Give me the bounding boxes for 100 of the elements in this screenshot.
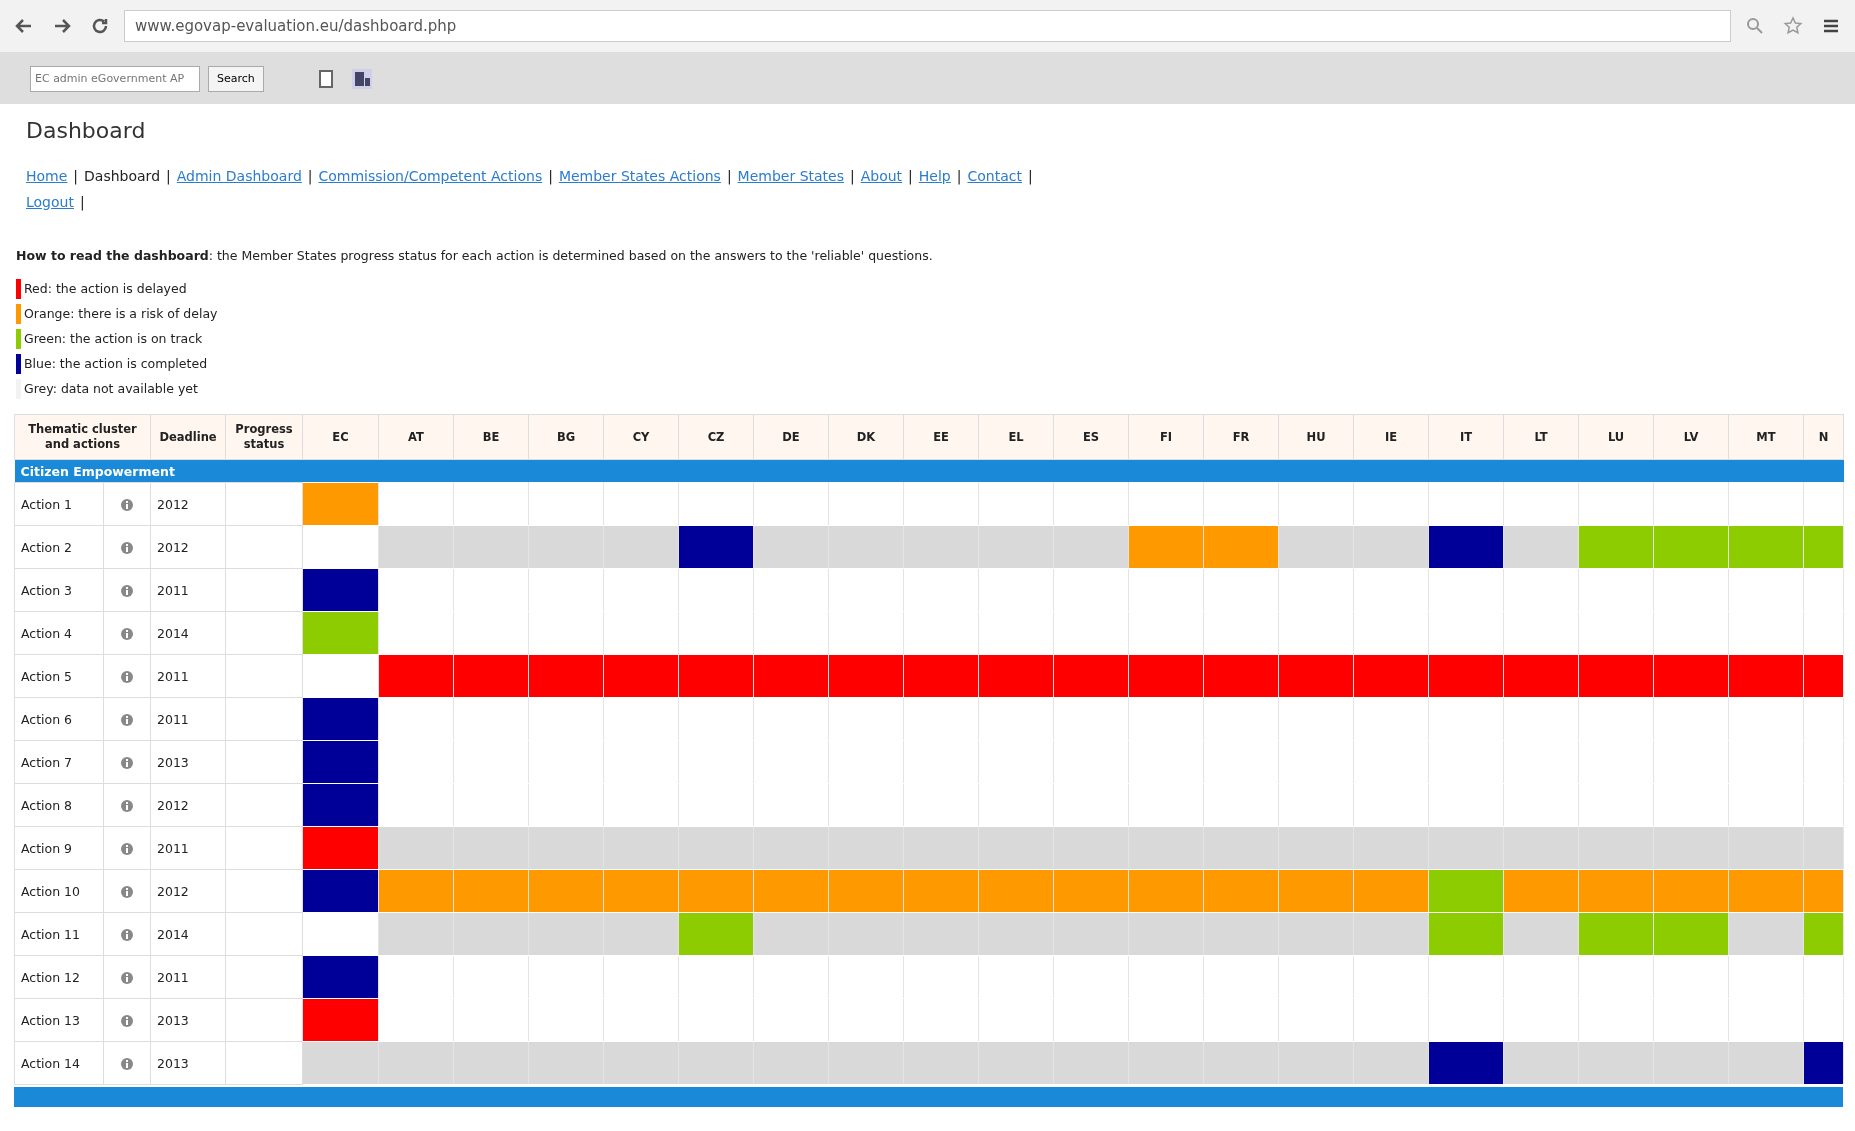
info-icon[interactable]	[120, 841, 134, 856]
country-header: BG	[528, 414, 604, 460]
action-cell: Action 9	[14, 826, 104, 870]
column-header: Progress status	[225, 414, 303, 460]
legend-text: Red: the action is delayed	[24, 281, 187, 296]
country-header: N	[1803, 414, 1844, 460]
country-header: DK	[828, 414, 904, 460]
nav-separator: |	[79, 193, 85, 213]
info-icon[interactable]	[120, 497, 134, 512]
country-header: BE	[453, 414, 529, 460]
page-title: Dashboard	[26, 118, 147, 143]
action-cell: Action 8	[14, 783, 104, 827]
info-icon[interactable]	[120, 1013, 134, 1028]
action-cell: Action 1	[14, 482, 104, 526]
action-cell: Action 12	[14, 955, 104, 999]
deadline-cell: 2011	[150, 568, 226, 612]
deadline-cell: 2011	[150, 955, 226, 999]
country-header: LT	[1503, 414, 1579, 460]
info-icon[interactable]	[120, 798, 134, 813]
deadline-cell: 2013	[150, 998, 226, 1042]
nav-separator: |	[307, 167, 313, 187]
country-header: EC	[302, 414, 379, 460]
action-cell: Action 2	[14, 525, 104, 569]
extension-icon	[350, 67, 373, 90]
legend-text: Orange: there is a risk of delay	[24, 306, 218, 321]
intro-text: How to read the dashboard: the Member States progress status for each action is determined based on the answers to the 'reliable' questions.	[16, 247, 934, 265]
action-cell: Action 14	[14, 1041, 104, 1085]
nav-current: Dashboard	[84, 167, 161, 186]
page-icon	[317, 68, 334, 89]
action-cell: Action 6	[14, 697, 104, 741]
deadline-cell: 2012	[150, 482, 226, 526]
info-icon[interactable]	[120, 1056, 134, 1071]
deadline-cell: 2011	[150, 697, 226, 741]
url-field[interactable]: www.egovap-evaluation.eu/dashboard.php	[124, 10, 1731, 42]
country-header: MT	[1728, 414, 1804, 460]
nav-separator: |	[726, 167, 732, 187]
country-header: HU	[1278, 414, 1354, 460]
nav-link[interactable]: Admin Dashboard	[176, 163, 302, 189]
country-header: IE	[1353, 414, 1429, 460]
action-cell: Action 4	[14, 611, 104, 655]
nav-separator: |	[1027, 167, 1033, 187]
nav-link[interactable]: Home	[26, 163, 68, 189]
info-icon[interactable]	[120, 970, 134, 985]
country-header: CY	[603, 414, 679, 460]
deadline-cell: 2014	[150, 912, 226, 956]
info-icon[interactable]	[120, 755, 134, 770]
search-icon	[1745, 16, 1765, 36]
nav-link[interactable]: Logout	[26, 189, 74, 215]
info-icon[interactable]	[120, 884, 134, 899]
deadline-cell: 2013	[150, 740, 226, 784]
nav-link[interactable]: Contact	[967, 163, 1022, 189]
country-header: ES	[1053, 414, 1129, 460]
country-header: EE	[903, 414, 979, 460]
nav-separator: |	[548, 167, 553, 187]
legend-text: Grey: data not available yet	[24, 381, 198, 396]
action-cell: Action 5	[14, 654, 104, 698]
info-icon[interactable]	[120, 669, 134, 684]
info-icon[interactable]	[120, 927, 134, 942]
nav-separator: |	[73, 167, 79, 187]
action-cell: Action 7	[14, 740, 104, 784]
country-header: LU	[1578, 414, 1654, 460]
legend-text: Green: the action is on track	[24, 331, 203, 346]
action-cell: Action 10	[14, 869, 104, 913]
nav-link[interactable]: Commission/Competent Actions	[318, 163, 543, 189]
info-icon[interactable]	[120, 712, 134, 727]
nav-separator: |	[908, 167, 913, 187]
deadline-cell: 2013	[150, 1041, 226, 1085]
star-icon	[1783, 16, 1803, 36]
legend-text: Blue: the action is completed	[24, 356, 208, 371]
search-field[interactable]: EC admin eGovernment AP	[30, 65, 200, 92]
deadline-cell: 2011	[150, 654, 226, 698]
nav-separator: |	[166, 167, 171, 187]
search-button[interactable]: Search	[208, 65, 264, 92]
deadline-cell: 2012	[150, 525, 226, 569]
nav-separator: |	[956, 167, 962, 187]
info-icon[interactable]	[120, 540, 134, 555]
nav-link[interactable]: About	[860, 163, 903, 189]
country-header: DE	[753, 414, 829, 460]
nav-link[interactable]: Member States	[737, 163, 844, 189]
reload-icon	[90, 16, 110, 36]
deadline-cell: 2012	[150, 783, 226, 827]
country-header: EL	[978, 414, 1054, 460]
country-header: FR	[1203, 414, 1279, 460]
action-cell: Action 13	[14, 998, 104, 1042]
country-header: AT	[378, 414, 454, 460]
nav-separator: |	[850, 167, 855, 187]
country-header: CZ	[678, 414, 754, 460]
country-header: FI	[1128, 414, 1204, 460]
nav-link[interactable]: Member States Actions	[558, 163, 721, 189]
deadline-cell: 2014	[150, 611, 226, 655]
action-cell: Action 11	[14, 912, 104, 956]
info-icon[interactable]	[120, 583, 134, 598]
section-header: Citizen Empowerment	[14, 459, 1844, 483]
nav-link[interactable]: Help	[918, 163, 951, 189]
column-header: Thematic cluster and actions	[14, 414, 151, 460]
country-header: IT	[1428, 414, 1504, 460]
info-icon[interactable]	[120, 626, 134, 641]
deadline-cell: 2012	[150, 869, 226, 913]
column-header: Deadline	[150, 414, 226, 460]
country-header: LV	[1653, 414, 1729, 460]
